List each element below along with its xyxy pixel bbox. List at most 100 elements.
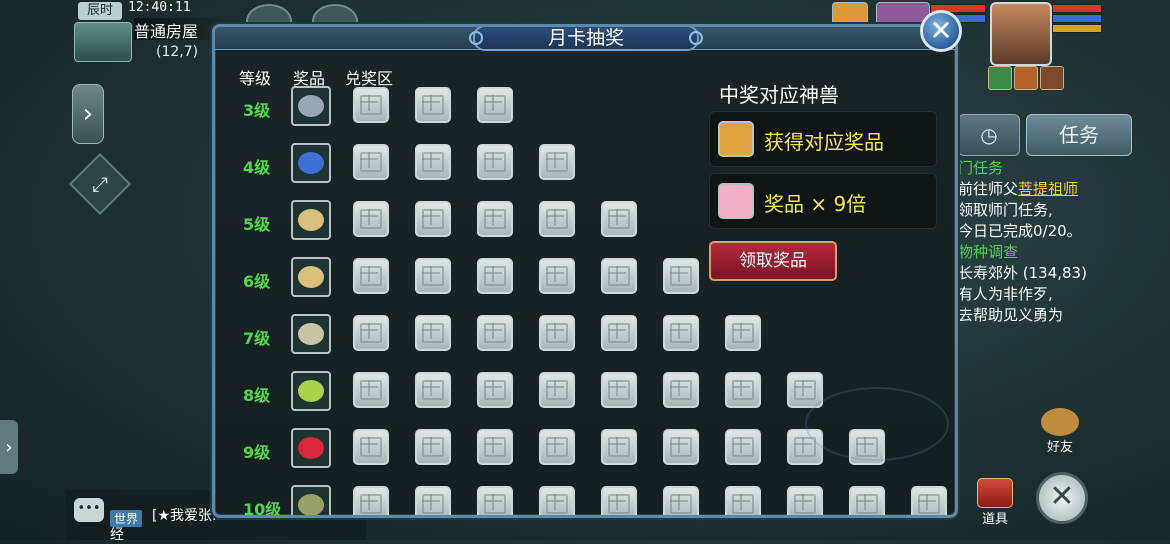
gift-slot[interactable] [415, 486, 451, 515]
items-button[interactable]: 道具 [974, 478, 1016, 527]
gift-box-icon [732, 323, 754, 343]
gift-slot[interactable] [539, 258, 575, 294]
prize-item-icon[interactable] [291, 257, 331, 297]
gift-box-icon [670, 266, 692, 286]
gift-slot[interactable] [477, 372, 513, 408]
menu-collapse-button[interactable]: ✕ [1036, 472, 1088, 524]
gift-box-icon [422, 266, 444, 286]
gift-slot[interactable] [477, 429, 513, 465]
gift-slot[interactable] [663, 486, 699, 515]
prize-item-icon[interactable] [291, 143, 331, 183]
prize-item-icon[interactable] [291, 428, 331, 468]
gift-slot[interactable] [725, 372, 761, 408]
gift-slot[interactable] [787, 486, 823, 515]
chat-bubble-icon[interactable]: ••• [74, 498, 104, 522]
gift-slot[interactable] [415, 87, 451, 123]
beast-reward-text: 奖品 × 9倍 [764, 192, 867, 216]
gift-slot[interactable] [353, 144, 389, 180]
row-level: 10级 [243, 500, 282, 518]
friends-button[interactable]: 好友 [1030, 408, 1090, 458]
gift-slot[interactable] [601, 429, 637, 465]
gift-slot[interactable] [601, 258, 637, 294]
gift-slot[interactable] [539, 144, 575, 180]
gift-box-icon [360, 209, 382, 229]
gift-slot[interactable] [415, 429, 451, 465]
player-avatar[interactable] [990, 2, 1052, 66]
gift-slot[interactable] [725, 486, 761, 515]
gift-slot[interactable] [353, 87, 389, 123]
handshake-icon [1041, 408, 1079, 436]
gift-slot[interactable] [353, 315, 389, 351]
prize-item-icon[interactable] [291, 314, 331, 354]
gift-slot[interactable] [725, 315, 761, 351]
fullscreen-toggle[interactable]: ⤢ [68, 152, 132, 216]
close-dialog-button[interactable]: ✕ [920, 10, 962, 52]
gift-slot[interactable] [539, 429, 575, 465]
row-level: 5级 [243, 215, 271, 234]
minimap-icon[interactable] [74, 22, 132, 62]
quest-tracker[interactable]: 门任务 前往师父菩提祖师 领取师门任务, 今日已完成0/20。 物种调查 长寿郊… [958, 158, 1130, 328]
gift-box-icon [546, 380, 568, 400]
buff-icon[interactable] [988, 66, 1012, 90]
gift-slot[interactable] [415, 144, 451, 180]
gift-slot[interactable] [849, 486, 885, 515]
gift-box-icon [360, 323, 382, 343]
gift-slot[interactable] [415, 258, 451, 294]
gift-slot[interactable] [415, 315, 451, 351]
player-mp-bar [1052, 14, 1102, 23]
tab-tasks[interactable]: 任务 [1026, 114, 1132, 156]
gift-slot[interactable] [601, 315, 637, 351]
claim-prize-button[interactable]: 领取奖品 [709, 241, 837, 281]
gift-slot[interactable] [353, 258, 389, 294]
gift-slot[interactable] [477, 87, 513, 123]
prize-item-glyph [298, 437, 324, 459]
prize-item-icon[interactable] [291, 200, 331, 240]
gift-box-icon [484, 494, 506, 514]
gift-slot[interactable] [663, 372, 699, 408]
gift-slot[interactable] [601, 486, 637, 515]
items-label: 道具 [981, 512, 1008, 527]
gift-slot[interactable] [353, 201, 389, 237]
prize-item-icon[interactable] [291, 371, 331, 411]
gift-slot[interactable] [911, 486, 947, 515]
gift-box-icon [484, 95, 506, 115]
gift-box-icon [732, 494, 754, 514]
gift-slot[interactable] [601, 201, 637, 237]
monthly-card-lottery-dialog: 月卡抽奖 等级 奖品 兑奖区 3级 4级 5级 6级 7级 8级 9级 10级 中奖对应神兽 … [212, 24, 958, 518]
gift-slot[interactable] [477, 144, 513, 180]
gift-slot[interactable] [477, 486, 513, 515]
left-edge-tab[interactable]: › [0, 420, 18, 474]
gift-slot[interactable] [477, 315, 513, 351]
gift-slot[interactable] [353, 372, 389, 408]
quest-line: 今日已完成0/20。 [958, 222, 1082, 240]
gift-box-icon [484, 152, 506, 172]
gift-slot[interactable] [725, 429, 761, 465]
gift-slot[interactable] [415, 201, 451, 237]
schedule-tab[interactable]: ◷ [958, 114, 1020, 156]
gift-box-icon [360, 494, 382, 514]
gift-slot[interactable] [539, 372, 575, 408]
buff-icon[interactable] [1040, 66, 1064, 90]
quest-line: 去帮助见义勇为 [958, 306, 1064, 324]
gift-slot[interactable] [663, 315, 699, 351]
gift-slot[interactable] [663, 258, 699, 294]
gift-slot[interactable] [353, 486, 389, 515]
prize-item-icon[interactable] [291, 86, 331, 126]
gift-slot[interactable] [601, 372, 637, 408]
gift-slot[interactable] [539, 315, 575, 351]
side-expand-arrow[interactable]: › [72, 84, 104, 144]
gift-box-icon [422, 152, 444, 172]
gift-slot[interactable] [477, 201, 513, 237]
gift-slot[interactable] [663, 429, 699, 465]
gift-slot[interactable] [539, 486, 575, 515]
gift-slot[interactable] [415, 372, 451, 408]
gift-slot[interactable] [477, 258, 513, 294]
gift-slot[interactable] [539, 201, 575, 237]
location-panel[interactable]: 辰时 12:40:11 普通房屋 (12,7) [70, 0, 234, 62]
gift-slot[interactable] [353, 429, 389, 465]
gift-box-icon [546, 152, 568, 172]
buff-icon[interactable] [1014, 66, 1038, 90]
prize-row: 6级 [215, 256, 955, 304]
quest-npc-link[interactable]: 菩提祖师 [1018, 180, 1078, 198]
prize-item-icon[interactable] [291, 485, 331, 515]
